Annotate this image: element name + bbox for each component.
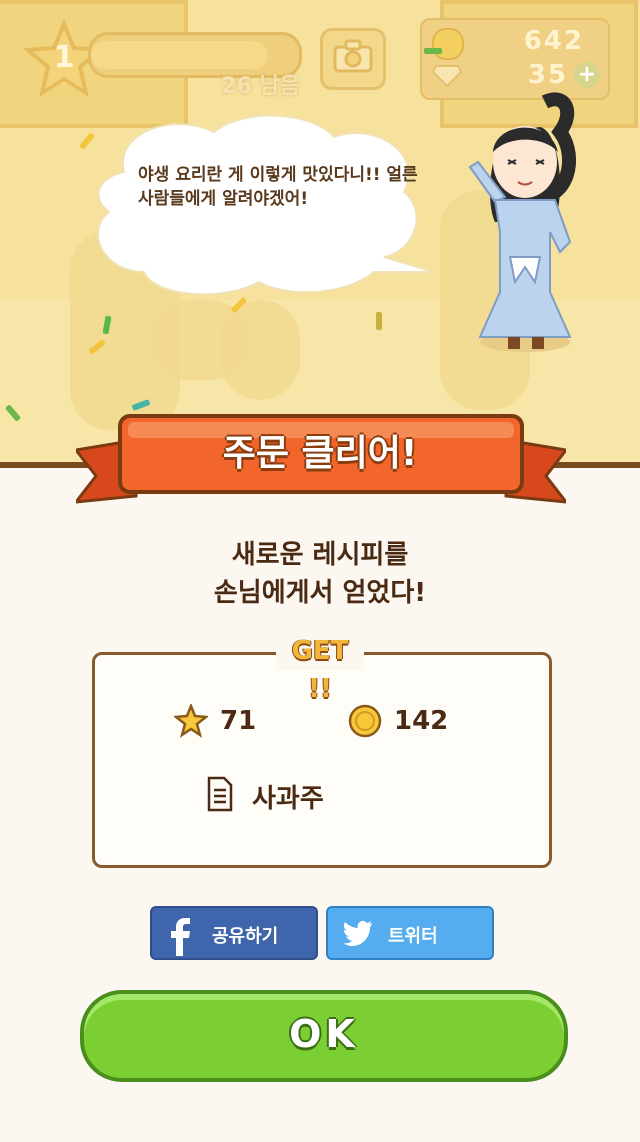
- gold-amount: 642: [523, 26, 584, 56]
- dog-silhouette: [220, 300, 300, 400]
- xp-remaining-label: 26 남음: [221, 74, 300, 99]
- gold-coin-icon: [432, 28, 464, 60]
- twitter-share-label: 트위터: [388, 926, 438, 947]
- gem-amount: 35: [527, 60, 568, 90]
- reward-message-line2: 손님에게서 얻었다!: [213, 578, 427, 608]
- reward-message-line1: 새로운 레시피를: [231, 540, 409, 570]
- twitter-share-button[interactable]: 트위터: [326, 906, 494, 960]
- currency-panel: 642 35 +: [420, 18, 610, 100]
- confetti: [376, 312, 382, 330]
- xp-progress-fill: [91, 41, 268, 69]
- ok-button-label: OK: [289, 1012, 359, 1056]
- star-reward-value: 71: [220, 706, 257, 736]
- reward-message: 새로운 레시피를 손님에게서 얻었다!: [0, 536, 640, 612]
- add-gems-button[interactable]: +: [574, 62, 600, 88]
- camera-button[interactable]: [320, 28, 386, 90]
- gem-icon: [432, 65, 462, 88]
- facebook-icon: [171, 918, 190, 956]
- recipe-name: 사과주: [252, 784, 324, 814]
- ok-button[interactable]: OK: [80, 990, 568, 1082]
- camera-icon: [333, 39, 373, 73]
- twitter-icon: [343, 920, 373, 946]
- star-icon: [174, 704, 208, 738]
- coin-reward-value: 142: [394, 706, 449, 736]
- order-clear-title: 주문 클리어!: [222, 433, 418, 474]
- recipe-document-icon: [207, 776, 233, 812]
- speech-text: 야생 요리란 게 이렇게 맛있다니!! 얼른 사람들에게 알려야겠어!: [138, 165, 418, 209]
- customer-character: [468, 92, 577, 352]
- confetti: [424, 48, 442, 54]
- get-label: GET !!: [276, 632, 364, 704]
- facebook-share-label: 공유하기: [212, 926, 279, 947]
- coin-icon: [348, 704, 382, 738]
- facebook-share-button[interactable]: 공유하기: [150, 906, 318, 960]
